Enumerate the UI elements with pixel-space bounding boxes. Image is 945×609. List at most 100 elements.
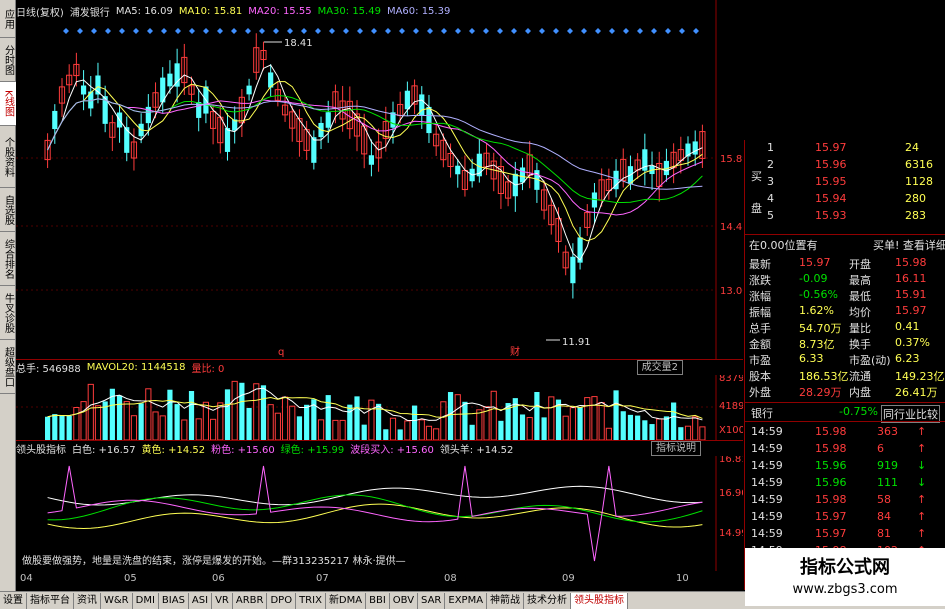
signal-diamond — [623, 28, 629, 34]
vol-bar — [541, 417, 547, 440]
divider — [745, 402, 945, 403]
quote-key-2: 最高 — [849, 274, 871, 287]
orderbook-row: 5 15.93 283 — [745, 208, 945, 224]
left-tab-0[interactable]: 应用 — [0, 0, 16, 38]
signal-diamond — [553, 28, 559, 34]
ob-volume: 24 — [905, 141, 919, 154]
vol-bar — [130, 415, 138, 441]
vol-tick-1: 41898 — [719, 401, 743, 412]
volume-chart[interactable]: 83795 41898 X100 — [16, 373, 751, 441]
bottom-tab-10[interactable]: TRIX — [296, 592, 326, 609]
bottom-tab-0[interactable]: 设置 — [0, 592, 27, 609]
volume-indicator-dropdown[interactable]: 成交量2 — [636, 360, 683, 375]
bottom-tab-16[interactable]: 神箭战 — [487, 592, 525, 609]
bottom-tab-13[interactable]: OBV — [390, 592, 419, 609]
period-label[interactable]: 日线(复权) — [16, 4, 64, 19]
vol-bar — [692, 416, 699, 441]
vol-bar — [281, 396, 289, 441]
position-info-row[interactable]: 在0.00位置有 买单! 查看详细 — [745, 236, 945, 252]
vol-bar — [447, 392, 454, 440]
signal-diamond — [301, 28, 307, 34]
ob-price: 15.94 — [815, 192, 847, 205]
ind-tick-0: 16.81 — [719, 456, 743, 465]
left-tab-6[interactable]: 牛叉诊股 — [0, 286, 16, 340]
vol-bar — [332, 419, 339, 441]
bottom-tab-3[interactable]: W&R — [101, 592, 133, 609]
vol-bar — [671, 402, 677, 440]
ma30-label: MA30: 15.49 — [317, 5, 381, 17]
date-tick-3: 07 — [316, 573, 329, 584]
vol-bar — [462, 401, 468, 440]
left-tab-4[interactable]: 自选股 — [0, 188, 16, 232]
quote-key-1: 股本 — [749, 370, 771, 383]
kline-chart[interactable]: 15.89 14.46 13.00 18.41 11.91 q 财 — [16, 0, 749, 361]
bottom-tab-11[interactable]: 新DMA — [326, 592, 367, 609]
indicator-help-button[interactable]: 指标说明 — [651, 441, 701, 456]
quote-row: 市盈 6.33 市盈(动) 6.23 — [745, 351, 945, 367]
tick-row: 14:59 15.96 111 ↓ — [745, 475, 945, 491]
tick-price: 15.98 — [815, 493, 847, 506]
left-tab-7[interactable]: 超级盘口 — [0, 340, 16, 394]
quote-key-2: 内盘 — [849, 386, 871, 399]
vol-bar — [635, 415, 641, 440]
bottom-tab-5[interactable]: BIAS — [159, 592, 189, 609]
vol-bar — [526, 417, 533, 441]
vol-bar — [605, 427, 612, 441]
vol-bar — [383, 429, 389, 440]
indicator-name: 领头股指标 — [16, 445, 66, 456]
tick-volume: 58 — [877, 493, 891, 506]
bottom-tab-8[interactable]: ARBR — [233, 592, 268, 609]
tick-price: 15.96 — [815, 459, 847, 472]
bottom-tab-2[interactable]: 资讯 — [74, 592, 101, 609]
tick-volume: 6 — [877, 442, 884, 455]
position-detail: 买单! 查看详细 — [873, 239, 945, 252]
ob-volume: 1128 — [905, 175, 933, 188]
left-tab-3[interactable]: 个股资料 — [0, 126, 16, 188]
bottom-tab-7[interactable]: VR — [212, 592, 233, 609]
left-tab-5[interactable]: 综合排名 — [0, 232, 16, 286]
bottom-tab-9[interactable]: DPO — [267, 592, 297, 609]
bottom-tab-18[interactable]: 领头股指标 — [571, 592, 629, 609]
bottom-tab-17[interactable]: 技术分析 — [524, 592, 572, 609]
ind-buy-label: 波段买入: +15.60 — [350, 445, 434, 456]
quote-key-1: 总手 — [749, 322, 771, 335]
tick-row: 14:59 15.98 363 ↑ — [745, 424, 945, 440]
bottom-tab-12[interactable]: BBI — [366, 592, 390, 609]
vol-bar — [642, 420, 648, 440]
quote-key-1: 振幅 — [749, 306, 771, 319]
signal-diamond — [147, 28, 153, 34]
ob-side-label-buy: 买 — [751, 170, 762, 183]
vol-tick-2: X100 — [719, 425, 743, 436]
indicator-caption: 做股要做强势，地量是洗盘的结束，涨停是爆发的开始。—群313235217 林永·… — [22, 556, 406, 567]
signal-diamond — [469, 28, 475, 34]
signal-diamond — [693, 28, 699, 34]
date-tick-1: 05 — [124, 573, 137, 584]
ob-level: 2 — [767, 158, 774, 171]
vol-bar — [217, 402, 224, 441]
signal-diamond — [231, 28, 237, 34]
signal-diamond — [91, 28, 97, 34]
left-tab-1[interactable]: 分时图 — [0, 38, 16, 82]
vol-bar — [304, 404, 310, 440]
bottom-tab-15[interactable]: EXPMA — [445, 592, 488, 609]
bottom-tab-14[interactable]: SAR — [418, 592, 446, 609]
vol-bar — [66, 415, 72, 440]
candle-body — [311, 137, 317, 163]
vol-bar — [52, 414, 58, 440]
left-tab-2[interactable]: K线图 — [0, 82, 16, 126]
signal-diamond — [77, 28, 83, 34]
tick-price: 15.97 — [815, 527, 847, 540]
signal-diamond — [343, 28, 349, 34]
quote-val-1: 54.70万 — [799, 322, 842, 335]
quote-key-1: 最新 — [749, 258, 771, 271]
bottom-tab-6[interactable]: ASI — [189, 592, 213, 609]
up-arrow-icon: ↑ — [917, 510, 927, 523]
bottom-tab-4[interactable]: DMI — [133, 592, 159, 609]
tick-volume: 919 — [877, 459, 898, 472]
price-tick-2: 13.00 — [720, 286, 743, 297]
bottom-tab-1[interactable]: 指标平台 — [27, 592, 74, 609]
total-volume-label: 总手: 546988 — [16, 364, 81, 375]
quote-val-2: 15.97 — [895, 304, 927, 317]
signal-diamond — [413, 28, 419, 34]
vol-bar — [397, 429, 403, 440]
